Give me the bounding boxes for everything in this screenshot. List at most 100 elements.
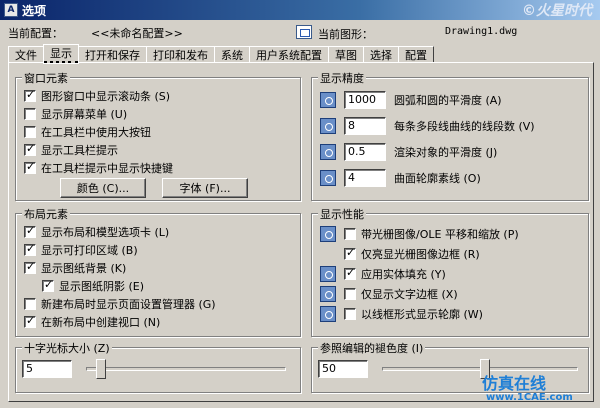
checkbox-label: 显示图纸阴影 (E) xyxy=(59,280,145,293)
checkbox[interactable] xyxy=(24,314,36,328)
tab-open-save[interactable]: 打开和保存 xyxy=(78,46,147,63)
checkbox-label: 在工具栏中使用大按钮 xyxy=(41,126,151,139)
checkbox[interactable] xyxy=(24,242,36,256)
arc-smoothness-input[interactable]: 1000 xyxy=(344,91,386,109)
tab-selection[interactable]: 选择 xyxy=(363,46,399,63)
current-drawing-value: Drawing1.dwg xyxy=(445,26,518,37)
checkbox-label: 图形窗口中显示滚动条 (S) xyxy=(41,90,171,103)
checkbox[interactable] xyxy=(24,108,36,120)
current-profile-value: <<未命名配置>> xyxy=(91,27,183,40)
display-performance-title: 显示性能 xyxy=(318,206,366,222)
resolution-row: 0.5 渲染对象的平滑度 (J) xyxy=(320,142,497,162)
crosshair-size-title: 十字光标大小 (Z) xyxy=(22,340,112,356)
drawing-icon xyxy=(296,25,312,39)
tab-display[interactable]: 显示 xyxy=(43,44,79,64)
contour-lines-input[interactable]: 4 xyxy=(344,169,386,187)
checkbox-row[interactable]: 显示屏幕菜单 (U) xyxy=(24,106,127,122)
checkbox-label: 新建布局时显示页面设置管理器 (G) xyxy=(41,298,216,311)
font-button[interactable]: 字体 (F)... xyxy=(162,178,248,198)
checkbox-label: 仅亮显光栅图像边框 (R) xyxy=(361,248,480,261)
checkbox-label: 在新布局中创建视口 (N) xyxy=(41,316,161,329)
tab-plot-publish[interactable]: 打印和发布 xyxy=(146,46,215,63)
checkbox[interactable] xyxy=(344,266,356,280)
drawing-saved-icon xyxy=(320,170,336,186)
checkbox-label: 显示屏幕菜单 (U) xyxy=(41,108,128,121)
checkbox-label: 显示图纸背景 (K) xyxy=(41,262,127,275)
drawing-saved-icon xyxy=(320,266,336,282)
checkbox[interactable] xyxy=(24,298,36,310)
performance-row[interactable]: 带光栅图像/OLE 平移和缩放 (P) xyxy=(320,226,519,242)
watermark-url: www.1CAE.com xyxy=(486,392,573,403)
layout-elements-group: 布局元素 显示布局和模型选项卡 (L) 显示可打印区域 (B) 显示图纸背景 (… xyxy=(15,206,301,337)
crosshair-slider-track[interactable] xyxy=(86,367,286,371)
current-profile-label: 当前配置： xyxy=(8,27,63,40)
display-tab-panel: 窗口元素 图形窗口中显示滚动条 (S) 显示屏幕菜单 (U) 在工具栏中使用大按… xyxy=(8,62,594,402)
checkbox[interactable] xyxy=(344,308,356,320)
performance-row[interactable]: 仅亮显光栅图像边框 (R) xyxy=(344,246,480,262)
drawing-saved-icon xyxy=(320,226,336,242)
performance-row[interactable]: 仅显示文字边框 (X) xyxy=(320,286,458,302)
drawing-saved-icon xyxy=(320,144,336,160)
tab-profiles[interactable]: 配置 xyxy=(398,46,434,63)
tab-drafting[interactable]: 草图 xyxy=(328,46,364,63)
layout-elements-title: 布局元素 xyxy=(22,206,70,222)
checkbox-row[interactable]: 显示工具栏提示 xyxy=(24,142,118,158)
window-elements-group: 窗口元素 图形窗口中显示滚动条 (S) 显示屏幕菜单 (U) 在工具栏中使用大按… xyxy=(15,70,301,201)
app-icon: A xyxy=(4,3,18,17)
checkbox-label: 显示布局和模型选项卡 (L) xyxy=(41,226,170,239)
checkbox[interactable] xyxy=(42,278,54,292)
polyline-segments-input[interactable]: 8 xyxy=(344,117,386,135)
contour-lines-label: 曲面轮廓素线 (O) xyxy=(394,172,481,185)
checkbox-row[interactable]: 显示可打印区域 (B) xyxy=(24,242,138,258)
checkbox[interactable] xyxy=(344,246,356,260)
drawing-saved-icon xyxy=(320,118,336,134)
checkbox-label: 仅显示文字边框 (X) xyxy=(361,288,458,301)
checkbox[interactable] xyxy=(344,228,356,240)
checkbox-row[interactable]: 在新布局中创建视口 (N) xyxy=(24,314,160,330)
performance-row[interactable]: 以线框形式显示轮廓 (W) xyxy=(320,306,483,322)
resolution-row: 8 每条多段线曲线的线段数 (V) xyxy=(320,116,535,136)
display-performance-group: 显示性能 带光栅图像/OLE 平移和缩放 (P) 仅亮显光栅图像边框 (R) 应… xyxy=(311,206,589,337)
color-button[interactable]: 颜色 (C)... xyxy=(60,178,146,198)
checkbox-row[interactable]: 显示布局和模型选项卡 (L) xyxy=(24,224,169,240)
checkbox-label: 带光栅图像/OLE 平移和缩放 (P) xyxy=(361,228,519,241)
checkbox-row[interactable]: 在工具栏提示中显示快捷键 xyxy=(24,160,173,176)
current-drawing-label: 当前图形： xyxy=(318,28,373,41)
checkbox[interactable] xyxy=(24,142,36,156)
checkbox[interactable] xyxy=(344,288,356,300)
resolution-row: 1000 圆弧和圆的平滑度 (A) xyxy=(320,90,502,110)
checkbox-label: 以线框形式显示轮廓 (W) xyxy=(361,308,483,321)
checkbox[interactable] xyxy=(24,224,36,238)
tab-bar: 文件 显示 打开和保存 打印和发布 系统 用户系统配置 草图 选择 配置 xyxy=(8,44,434,64)
checkbox-row[interactable]: 显示图纸阴影 (E) xyxy=(42,278,144,294)
checkbox-label: 显示工具栏提示 xyxy=(41,144,118,157)
checkbox-row[interactable]: 在工具栏中使用大按钮 xyxy=(24,124,151,140)
checkbox-label: 显示可打印区域 (B) xyxy=(41,244,138,257)
watermark-logo: ©火星时代 xyxy=(522,3,592,19)
checkbox[interactable] xyxy=(24,88,36,102)
tab-files[interactable]: 文件 xyxy=(8,46,44,63)
polyline-segments-label: 每条多段线曲线的线段数 (V) xyxy=(394,120,535,133)
arc-smoothness-label: 圆弧和圆的平滑度 (A) xyxy=(394,94,502,107)
checkbox[interactable] xyxy=(24,160,36,174)
performance-row[interactable]: 应用实体填充 (Y) xyxy=(320,266,446,282)
xref-fade-input[interactable]: 50 xyxy=(318,360,368,378)
crosshair-size-group: 十字光标大小 (Z) 5 xyxy=(15,340,301,393)
tab-user-preferences[interactable]: 用户系统配置 xyxy=(249,46,329,63)
drawing-saved-icon xyxy=(320,286,336,302)
checkbox[interactable] xyxy=(24,260,36,274)
checkbox-row[interactable]: 图形窗口中显示滚动条 (S) xyxy=(24,88,170,104)
crosshair-slider-thumb[interactable] xyxy=(96,359,106,379)
render-smoothness-input[interactable]: 0.5 xyxy=(344,143,386,161)
checkbox-row[interactable]: 新建布局时显示页面设置管理器 (G) xyxy=(24,296,216,312)
tab-system[interactable]: 系统 xyxy=(214,46,250,63)
crosshair-size-input[interactable]: 5 xyxy=(22,360,72,378)
resolution-row: 4 曲面轮廓素线 (O) xyxy=(320,168,481,188)
checkbox-row[interactable]: 显示图纸背景 (K) xyxy=(24,260,126,276)
display-resolution-group: 显示精度 1000 圆弧和圆的平滑度 (A) 8 每条多段线曲线的线段数 (V) 0… xyxy=(311,70,589,201)
drawing-saved-icon xyxy=(320,92,336,108)
checkbox[interactable] xyxy=(24,126,36,138)
render-smoothness-label: 渲染对象的平滑度 (J) xyxy=(394,146,498,159)
title-bar: A 选项 ©火星时代 xyxy=(0,0,600,20)
xref-fade-group: 参照编辑的褪色度 (I) 50 xyxy=(311,340,589,393)
